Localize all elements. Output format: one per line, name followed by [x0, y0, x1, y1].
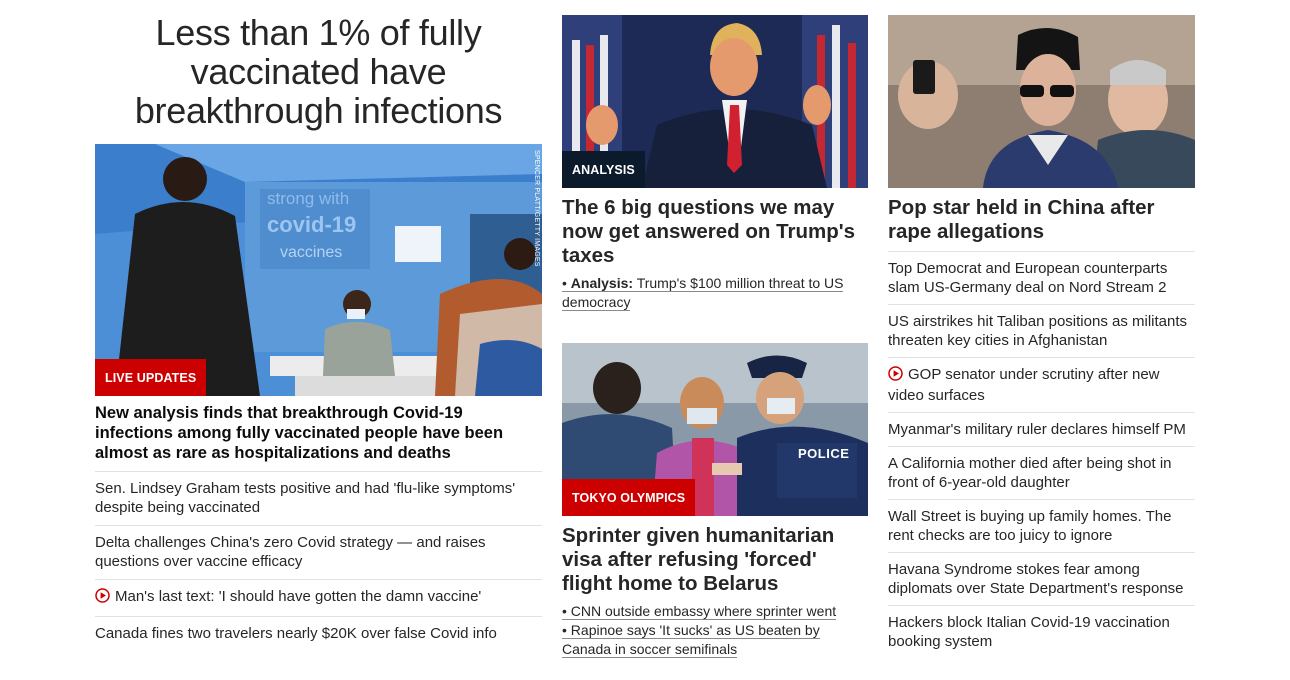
list-item[interactable]: Man's last text: 'I should have gotten t…	[95, 579, 542, 616]
headline-text: Hackers block Italian Covid-19 vaccinati…	[888, 614, 1170, 650]
headline-text: Wall Street is buying up family homes. T…	[888, 508, 1172, 544]
top-story-column: Less than 1% of fully vaccinated have br…	[95, 0, 542, 651]
related-link-text: • CNN outside embassy where sprinter wen…	[562, 603, 837, 620]
pop-star-photo	[888, 15, 1195, 188]
play-circle-icon	[888, 366, 903, 386]
headline-text: Havana Syndrome stokes fear among diplom…	[888, 561, 1184, 597]
trump-taxes-headline[interactable]: The 6 big questions we may now get answe…	[562, 196, 868, 268]
list-item[interactable]: Havana Syndrome stokes fear among diplom…	[888, 552, 1195, 605]
live-updates-tag[interactable]: LIVE UPDATES	[95, 359, 207, 396]
pop-star-image[interactable]	[888, 15, 1195, 188]
headline-text: Sen. Lindsey Graham tests positive and h…	[95, 480, 516, 516]
story-card-sprinter: POLICE TOKYO OLYMPICS Sprinter given hum…	[562, 343, 868, 659]
trump-image[interactable]: ANALYSIS	[562, 15, 868, 188]
related-links: • CNN outside embassy where sprinter wen…	[562, 602, 868, 659]
pop-star-headline[interactable]: Pop star held in China after rape allega…	[888, 196, 1195, 244]
tokyo-olympics-tag[interactable]: TOKYO OLYMPICS	[562, 479, 696, 516]
story-card-trump-taxes: ANALYSIS The 6 big questions we may now …	[562, 15, 868, 312]
right-headline-list: Top Democrat and European counterparts s…	[888, 251, 1195, 658]
list-item[interactable]: US airstrikes hit Taliban positions as m…	[888, 304, 1195, 357]
related-link[interactable]: • Rapinoe says 'It sucks' as US beaten b…	[562, 621, 868, 659]
police-label: POLICE	[798, 446, 850, 461]
headline-text: Myanmar's military ruler declares himsel…	[888, 421, 1186, 438]
list-item[interactable]: GOP senator under scrutiny after new vid…	[888, 357, 1195, 412]
analysis-label: Analysis:	[570, 275, 634, 291]
headline-text: Man's last text: 'I should have gotten t…	[115, 588, 482, 605]
sprinter-headline[interactable]: Sprinter given humanitarian visa after r…	[562, 524, 868, 596]
top-headline[interactable]: Less than 1% of fully vaccinated have br…	[95, 13, 542, 130]
headline-text: Canada fines two travelers nearly $20K o…	[95, 625, 497, 642]
headline-text: GOP senator under scrutiny after new vid…	[888, 366, 1160, 404]
related-link[interactable]: • CNN outside embassy where sprinter wen…	[562, 602, 868, 621]
headline-text: Top Democrat and European counterparts s…	[888, 260, 1168, 296]
list-item[interactable]: Delta challenges China's zero Covid stra…	[95, 525, 542, 579]
sprinter-image[interactable]: POLICE TOKYO OLYMPICS	[562, 343, 868, 516]
svg-text:covid-19: covid-19	[267, 212, 356, 237]
list-item[interactable]: A California mother died after being sho…	[888, 446, 1195, 499]
lead-story-link[interactable]: New analysis finds that breakthrough Cov…	[95, 403, 542, 463]
list-item[interactable]: Myanmar's military ruler declares himsel…	[888, 412, 1195, 446]
related-link[interactable]: • Analysis: Trump's $100 million threat …	[562, 274, 868, 312]
hero-image-vaccine-tent[interactable]: strong with covid-19 vaccines SPENCER PL…	[95, 144, 542, 396]
middle-column: ANALYSIS The 6 big questions we may now …	[562, 15, 868, 659]
right-column: Pop star held in China after rape allega…	[888, 15, 1195, 658]
list-item[interactable]: Top Democrat and European counterparts s…	[888, 251, 1195, 304]
headline-text: US airstrikes hit Taliban positions as m…	[888, 313, 1188, 349]
svg-text:vaccines: vaccines	[280, 244, 342, 261]
headline-text: A California mother died after being sho…	[888, 455, 1172, 491]
related-link-text: • Rapinoe says 'It sucks' as US beaten b…	[562, 622, 820, 658]
list-item[interactable]: Hackers block Italian Covid-19 vaccinati…	[888, 605, 1195, 658]
list-item[interactable]: Wall Street is buying up family homes. T…	[888, 499, 1195, 552]
analysis-tag[interactable]: ANALYSIS	[562, 151, 645, 188]
list-item[interactable]: Canada fines two travelers nearly $20K o…	[95, 616, 542, 651]
play-circle-icon	[95, 588, 110, 608]
svg-text:strong with: strong with	[267, 189, 349, 208]
image-credit: SPENCER PLATT/GETTY IMAGES	[533, 150, 540, 267]
bullet: •	[562, 275, 567, 291]
list-item[interactable]: Sen. Lindsey Graham tests positive and h…	[95, 471, 542, 525]
left-headline-list: Sen. Lindsey Graham tests positive and h…	[95, 471, 542, 651]
headline-text: Delta challenges China's zero Covid stra…	[95, 534, 486, 570]
